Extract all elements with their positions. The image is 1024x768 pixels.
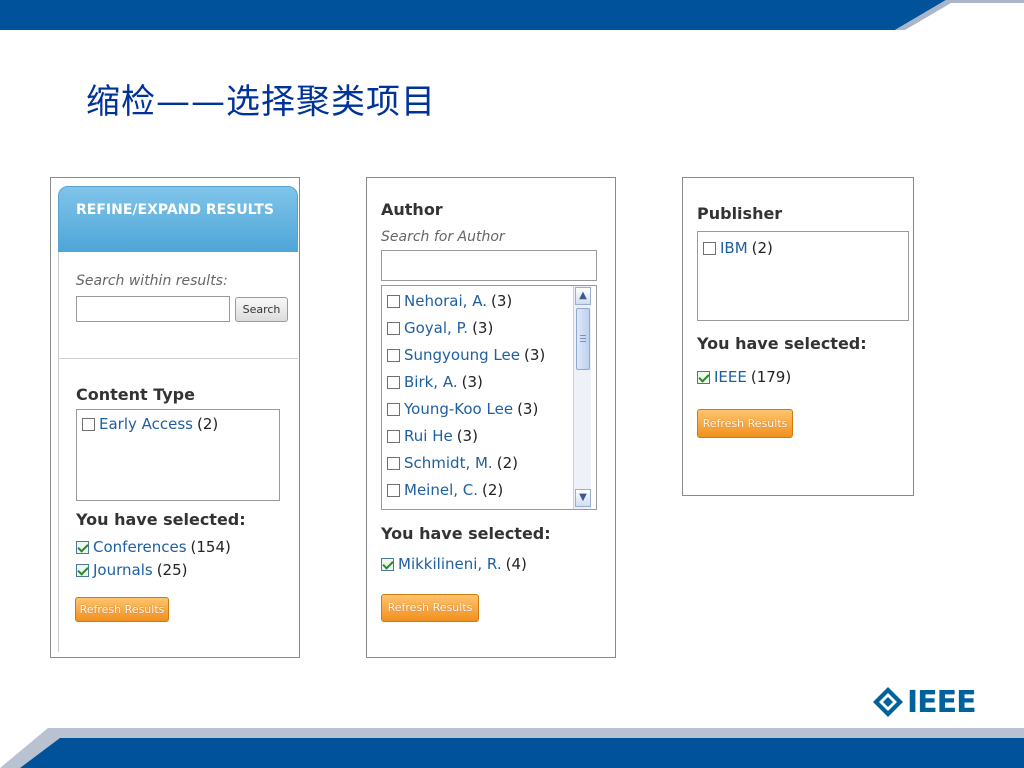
facet-label[interactable]: IBM: [720, 239, 748, 257]
facet-count: (2): [197, 415, 219, 433]
slide-title: 缩检——选择聚类项目: [86, 82, 436, 122]
facet-count: (25): [156, 561, 188, 579]
checkbox-icon[interactable]: [387, 294, 400, 308]
publisher-option-ibm[interactable]: IBM (2): [703, 239, 773, 257]
facet-label[interactable]: Sungyoung Lee: [404, 346, 520, 364]
content-type-list: Early Access (2): [76, 409, 280, 501]
facet-label[interactable]: Nehorai, A.: [404, 292, 487, 310]
you-have-selected-heading: You have selected:: [697, 334, 867, 353]
facet-label[interactable]: Conferences: [93, 538, 187, 556]
checkbox-icon[interactable]: [387, 429, 400, 443]
selected-item-author[interactable]: Mikkilineni, R. (4): [381, 555, 527, 573]
author-option[interactable]: Schmidt, M. (2): [387, 454, 518, 472]
refine-expand-panel: REFINE/EXPAND RESULTS Search within resu…: [50, 177, 300, 658]
facet-count: (3): [517, 400, 539, 418]
ieee-logo-text: IEEE: [907, 684, 977, 720]
checkbox-icon[interactable]: [387, 456, 400, 470]
facet-label[interactable]: Meinel, C.: [404, 481, 478, 499]
facet-count: (2): [751, 239, 773, 257]
author-panel: Author Search for Author Nehorai, A. (3)…: [366, 177, 616, 658]
content-type-option-early-access[interactable]: Early Access (2): [82, 415, 218, 433]
facet-label[interactable]: Goyal, P.: [404, 319, 468, 337]
section-divider: [58, 358, 298, 359]
facet-label[interactable]: IEEE: [714, 368, 747, 386]
author-option[interactable]: Meinel, C. (2): [387, 481, 503, 499]
search-author-label: Search for Author: [381, 229, 505, 245]
facet-count: (154): [190, 538, 231, 556]
checkbox-icon[interactable]: [703, 241, 716, 255]
grip-line: [580, 335, 586, 336]
facet-count: (3): [461, 373, 483, 391]
checkbox-checked-icon[interactable]: [697, 370, 710, 384]
checkbox-icon[interactable]: [387, 348, 400, 362]
bottom-banner: [0, 728, 1024, 768]
search-within-label: Search within results:: [76, 273, 228, 289]
refresh-results-button[interactable]: Refresh Results: [697, 409, 793, 438]
facet-label[interactable]: Young-Koo Lee: [404, 400, 513, 418]
selected-item-journals[interactable]: Journals (25): [76, 561, 188, 579]
checkbox-checked-icon[interactable]: [381, 557, 394, 571]
facet-count: (3): [456, 427, 478, 445]
author-option[interactable]: Nehorai, A. (3): [387, 292, 512, 310]
facet-label[interactable]: Schmidt, M.: [404, 454, 493, 472]
facet-count: (2): [496, 454, 518, 472]
selected-item-ieee[interactable]: IEEE (179): [697, 368, 791, 386]
facet-count: (3): [472, 319, 494, 337]
checkbox-checked-icon[interactable]: [76, 540, 89, 554]
publisher-heading: Publisher: [697, 204, 783, 223]
search-button[interactable]: Search: [235, 297, 288, 322]
publisher-list: IBM (2): [697, 231, 909, 321]
facet-label[interactable]: Journals: [93, 561, 153, 579]
scroll-up-arrow-icon[interactable]: ▲: [575, 287, 591, 305]
search-author-input[interactable]: [381, 250, 597, 281]
content-type-heading: Content Type: [76, 385, 195, 404]
facet-count: (179): [750, 368, 792, 386]
facet-count: (3): [490, 292, 513, 310]
ieee-diamond-icon: [873, 687, 903, 717]
checkbox-icon[interactable]: [387, 483, 400, 497]
facet-count: (3): [523, 346, 546, 364]
checkbox-checked-icon[interactable]: [76, 563, 89, 577]
facet-label[interactable]: Rui He: [404, 427, 453, 445]
author-list-scrollbar[interactable]: ▲ ▼: [573, 286, 591, 509]
top-banner: [0, 0, 1024, 30]
refine-expand-header: REFINE/EXPAND RESULTS: [58, 186, 298, 252]
facet-count: (4): [505, 555, 527, 573]
scroll-down-arrow-icon[interactable]: ▼: [575, 489, 591, 507]
checkbox-icon[interactable]: [387, 375, 400, 389]
you-have-selected-heading: You have selected:: [76, 510, 246, 529]
scrollbar-thumb[interactable]: [576, 308, 590, 370]
facet-label[interactable]: Early Access: [99, 415, 193, 433]
search-within-input[interactable]: [76, 296, 230, 322]
checkbox-icon[interactable]: [82, 417, 95, 431]
refresh-results-button[interactable]: Refresh Results: [75, 597, 169, 622]
publisher-panel: Publisher IBM (2) You have selected: IEE…: [682, 177, 914, 496]
author-heading: Author: [381, 200, 443, 219]
facet-count: (2): [482, 481, 504, 499]
author-option[interactable]: Young-Koo Lee (3): [387, 400, 538, 418]
grip-line: [580, 341, 586, 342]
ieee-logo: IEEE: [872, 683, 977, 721]
you-have-selected-heading: You have selected:: [381, 524, 551, 543]
checkbox-icon[interactable]: [387, 402, 400, 416]
author-list[interactable]: Nehorai, A. (3) Goyal, P. (3) Sungyoung …: [381, 285, 597, 510]
facet-label[interactable]: Birk, A.: [404, 373, 458, 391]
author-option[interactable]: Rui He (3): [387, 427, 478, 445]
author-option[interactable]: Goyal, P. (3): [387, 319, 493, 337]
grip-line: [580, 338, 586, 339]
facet-label[interactable]: Mikkilineni, R.: [398, 555, 502, 573]
selected-item-conferences[interactable]: Conferences (154): [76, 538, 231, 556]
author-option[interactable]: Sungyoung Lee (3): [387, 346, 545, 364]
refresh-results-button[interactable]: Refresh Results: [381, 594, 479, 622]
checkbox-icon[interactable]: [387, 321, 400, 335]
author-option[interactable]: Birk, A. (3): [387, 373, 483, 391]
